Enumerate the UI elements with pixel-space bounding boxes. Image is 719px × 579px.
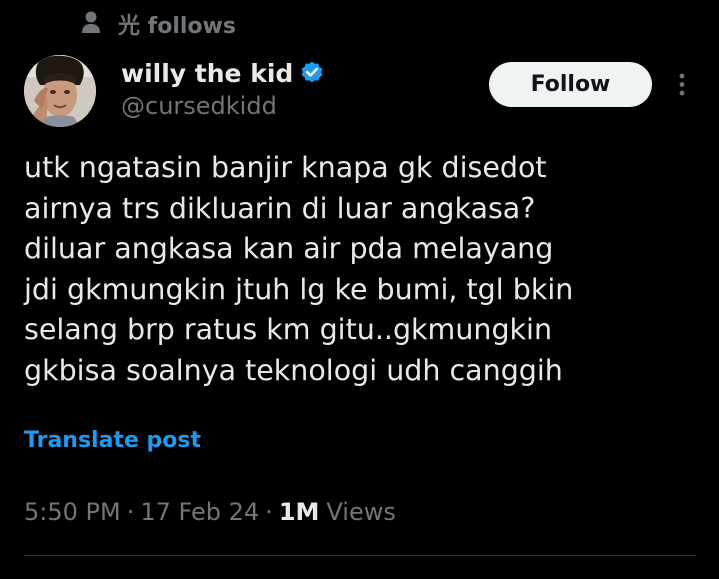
author-name-row[interactable]: willy the kid: [121, 57, 325, 89]
post-text-line: jdi gkmungkin jtuh lg ke bumi, tgl bkin: [24, 272, 574, 306]
more-vertical-icon[interactable]: [672, 70, 692, 100]
post-text-line: airnya trs dikluarin di luar angkasa?: [24, 191, 536, 225]
post-text-line: diluar angkasa kan air pda melayang: [24, 232, 554, 265]
verified-badge-icon[interactable]: [299, 60, 325, 86]
post-date[interactable]: 17 Feb 24: [140, 498, 259, 526]
avatar[interactable]: [24, 55, 96, 127]
author-handle[interactable]: @cursedkidd: [121, 92, 325, 120]
person-icon: [80, 9, 102, 39]
post-text-line: selang brp ratus km gitu..gkmungkin: [24, 313, 553, 346]
views-count[interactable]: 1M: [279, 498, 320, 526]
author-name[interactable]: willy the kid: [121, 59, 293, 88]
social-context[interactable]: 光 follows: [80, 8, 236, 40]
translate-post-link[interactable]: Translate post: [24, 428, 201, 453]
post-text-line: gkbisa soalnya teknologi udh canggih: [24, 353, 563, 387]
divider: [24, 555, 696, 556]
meta-separator: ·: [126, 498, 135, 526]
post-text-line: utk ngatasin banjir knapa gk disedot: [24, 151, 547, 184]
follow-button[interactable]: Follow: [489, 62, 652, 107]
social-context-text: 光 follows: [118, 14, 236, 39]
meta-separator: ·: [265, 498, 273, 526]
post-time[interactable]: 5:50 PM: [24, 498, 121, 526]
post-meta: 5:50 PM · 17 Feb 24 · 1M Views: [24, 498, 396, 526]
post-text: utk ngatasin banjir knapa gk disedot air…: [24, 148, 704, 391]
views-label[interactable]: Views: [326, 498, 395, 526]
author-block[interactable]: willy the kid @cursedkidd: [121, 57, 325, 120]
